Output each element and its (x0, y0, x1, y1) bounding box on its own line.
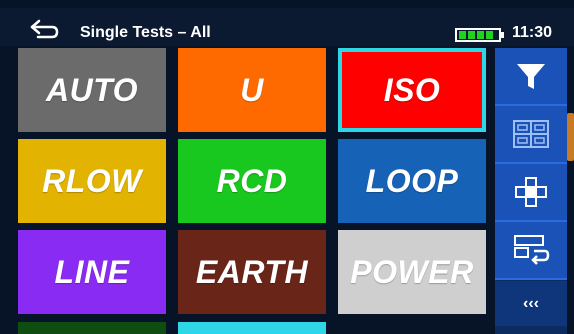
grid-view-icon (513, 120, 549, 148)
test-tile-auto[interactable]: AUTO (18, 48, 166, 132)
cross-layout-button[interactable] (495, 164, 567, 222)
tile-label: LOOP (365, 162, 459, 199)
test-tile-power[interactable]: POWER (338, 230, 486, 314)
more-button[interactable]: ‹‹‹ (495, 281, 567, 326)
back-arrow-icon (30, 19, 59, 39)
cross-layout-icon (515, 177, 547, 207)
list-return-button[interactable] (495, 222, 567, 280)
test-tile-earth[interactable]: EARTH (178, 230, 326, 314)
tile-label: EARTH (195, 253, 309, 290)
back-button[interactable] (30, 18, 60, 40)
tile-label: RLOW (42, 162, 142, 199)
test-tile-u[interactable]: U (178, 48, 326, 132)
tile-label: RCD (216, 162, 288, 199)
tile-label: LINE (54, 253, 130, 290)
device-screen: Single Tests – All 11:30 AUTO U ISO RLOW… (0, 0, 574, 334)
tile-label: U (240, 71, 264, 108)
tile-label: POWER (350, 253, 474, 290)
grid-view-button[interactable] (495, 106, 567, 164)
test-tile-partial[interactable] (178, 322, 326, 334)
battery-icon (455, 28, 504, 42)
filter-button[interactable] (495, 48, 567, 106)
test-tile-loop[interactable]: LOOP (338, 139, 486, 223)
scroll-indicator (567, 113, 574, 161)
clock: 11:30 (512, 24, 553, 41)
test-tile-line[interactable]: LINE (18, 230, 166, 314)
header-bar: Single Tests – All 11:30 (0, 8, 574, 46)
list-return-icon (514, 235, 550, 265)
filter-icon (517, 64, 545, 89)
tile-label: AUTO (45, 71, 139, 108)
test-tile-iso[interactable]: ISO (338, 48, 486, 132)
test-tile-rlow[interactable]: RLOW (18, 139, 166, 223)
more-icon: ‹‹‹ (523, 294, 539, 312)
test-tile-partial[interactable] (18, 322, 166, 334)
test-tile-rcd[interactable]: RCD (178, 139, 326, 223)
page-title: Single Tests – All (80, 24, 211, 41)
tile-label: ISO (383, 71, 441, 108)
